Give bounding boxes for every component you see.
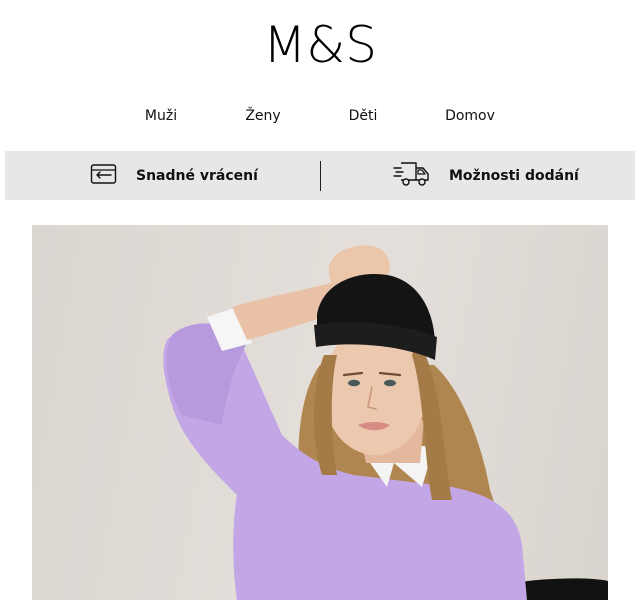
easy-returns-link[interactable]: Snadné vrácení [90, 151, 258, 200]
delivery-options-label: Možnosti dodání [449, 167, 579, 184]
hero-banner[interactable] [32, 225, 608, 600]
returns-icon [90, 162, 118, 190]
nav-item-domov[interactable]: Domov [445, 108, 495, 124]
service-divider [320, 161, 321, 191]
easy-returns-label: Snadné vrácení [136, 167, 258, 184]
nav-item-muzi[interactable]: Muži [145, 108, 177, 124]
service-bar: Snadné vrácení Možnosti dodání [5, 151, 635, 200]
main-nav: Muži Ženy Děti Domov [0, 108, 640, 130]
brand-logo[interactable]: M&S [0, 14, 640, 76]
delivery-options-link[interactable]: Možnosti dodání [393, 151, 579, 200]
hero-model-image [163, 245, 608, 600]
nav-item-deti[interactable]: Děti [349, 108, 378, 124]
delivery-truck-icon [393, 160, 431, 192]
nav-item-zeny[interactable]: Ženy [245, 108, 280, 124]
